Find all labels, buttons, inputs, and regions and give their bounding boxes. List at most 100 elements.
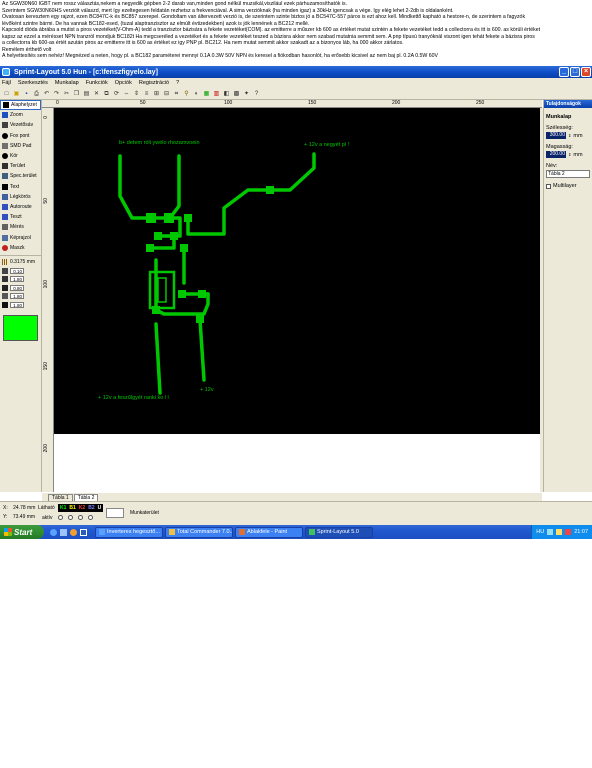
grid-size[interactable]: 0.3175 mm	[0, 258, 41, 267]
tab-sheet-1[interactable]: Tábla 1	[48, 494, 73, 501]
width-value[interactable]: 1.80	[10, 276, 24, 283]
print-icon[interactable]: ⎙	[32, 89, 41, 98]
width-value[interactable]: 0.10	[10, 267, 24, 274]
copy-icon[interactable]: ❐	[72, 89, 81, 98]
pad[interactable]	[170, 232, 178, 240]
pad[interactable]	[184, 214, 192, 222]
menu-item[interactable]: Fájl	[2, 80, 11, 86]
stepper-icon[interactable]: ⇕	[568, 133, 571, 138]
paste-icon[interactable]: ▤	[82, 89, 91, 98]
tool-airwire[interactable]: Légkörös	[0, 192, 41, 202]
tool-area[interactable]: Terület	[0, 161, 41, 171]
tray-volume-icon[interactable]	[556, 529, 563, 535]
zoom-fit-icon[interactable]: ◐	[192, 89, 201, 98]
layer-color-icon[interactable]: ▦	[202, 89, 211, 98]
active-layer-swatch[interactable]	[3, 314, 38, 341]
menu-item[interactable]: Regisztráció	[139, 80, 169, 86]
macro-icon[interactable]: ✦	[242, 89, 251, 98]
layer-toggle[interactable]: B1	[68, 505, 76, 511]
language-indicator[interactable]: HU	[536, 529, 544, 535]
quicklaunch-media-icon[interactable]	[70, 528, 77, 536]
layer-radio[interactable]	[88, 515, 93, 520]
taskbar-item[interactable]: Total Commander 7.0...	[165, 526, 233, 538]
worksurface-icon[interactable]	[106, 508, 124, 518]
pcb-label[interactable]: + 12v	[200, 387, 214, 393]
width-value[interactable]: 1.80	[10, 301, 24, 308]
undo-icon[interactable]: ↶	[42, 89, 51, 98]
new-file-icon[interactable]: □	[2, 89, 11, 98]
width-setting[interactable]: 1.80	[0, 292, 41, 301]
taskbar-item[interactable]: Sprint-Layout 5.0	[305, 526, 373, 538]
menu-item[interactable]: Szerkesztés	[18, 80, 48, 86]
workspace-blank-area[interactable]	[54, 434, 540, 492]
scanned-image-icon[interactable]: ▩	[232, 89, 241, 98]
cut-icon[interactable]: ✂	[62, 89, 71, 98]
group-icon[interactable]: ⊞	[152, 89, 161, 98]
width-setting[interactable]: 0.80	[0, 283, 41, 292]
pcb-label[interactable]: b+ detem róli ywélo rhozamvoein	[119, 140, 200, 146]
tool-measure[interactable]: Mérés	[0, 222, 41, 232]
layer-radio[interactable]	[68, 515, 73, 520]
width-value[interactable]: 0.80	[10, 284, 24, 291]
pad[interactable]	[266, 186, 274, 194]
width-setting[interactable]: 0.10	[0, 266, 41, 275]
quicklaunch-word-icon[interactable]	[80, 528, 87, 536]
pad[interactable]	[164, 213, 174, 223]
maximize-button[interactable]: □	[570, 67, 580, 77]
align-icon[interactable]: ≡	[142, 89, 151, 98]
quicklaunch-desktop-icon[interactable]	[60, 528, 67, 536]
layer-radio[interactable]	[58, 515, 63, 520]
height-field[interactable]: 200.00	[546, 151, 566, 158]
pad[interactable]	[196, 315, 204, 323]
layer-color-2-icon[interactable]: ▥	[212, 89, 221, 98]
menu-item[interactable]: Munkalap	[55, 80, 79, 86]
menu-item[interactable]: Funkciók	[86, 80, 108, 86]
tool-autoroute[interactable]: Autoroute	[0, 202, 41, 212]
pad[interactable]	[154, 232, 162, 240]
tool-mask[interactable]: Maszk	[0, 243, 41, 253]
close-button[interactable]: ×	[581, 67, 591, 77]
delete-icon[interactable]: ✕	[92, 89, 101, 98]
active-layer-radios[interactable]	[58, 515, 93, 520]
mirror-v-icon[interactable]: ⇕	[132, 89, 141, 98]
layer-radio[interactable]	[78, 515, 83, 520]
width-value[interactable]: 1.80	[10, 293, 24, 300]
mirror-h-icon[interactable]: ⇔	[122, 89, 131, 98]
tool-text[interactable]: Text	[0, 182, 41, 192]
multilayer-checkbox[interactable]	[546, 183, 551, 189]
pcb-canvas[interactable]: b+ detem róli ywélo rhozamvoein + 12v a …	[54, 108, 540, 434]
width-setting[interactable]: 1.80	[0, 300, 41, 309]
zoom-icon[interactable]: ⚲	[182, 89, 191, 98]
pcb-label[interactable]: + 12v a negyét pl !	[304, 142, 350, 148]
taskbar-item[interactable]: Inverteres hegesztő...	[95, 526, 163, 538]
save-icon[interactable]: ▪	[22, 89, 31, 98]
layer-toggle[interactable]: K2	[78, 505, 86, 511]
pad[interactable]	[146, 213, 156, 223]
help-icon[interactable]: ?	[252, 89, 261, 98]
tool-smd-pad[interactable]: SMD Pad	[0, 141, 41, 151]
tool-pad[interactable]: Fox pont	[0, 131, 41, 141]
layer-toggle[interactable]: K1	[59, 505, 67, 511]
taskbar-item[interactable]: Ablakfele - Paint	[235, 526, 303, 538]
tool-special-area[interactable]: Spec.terület	[0, 171, 41, 181]
pcb-label[interactable]: + 12v a feszűlgyét ranki ko l l	[98, 395, 169, 401]
tab-sheet-2[interactable]: Tábla 2	[73, 494, 99, 501]
menu-item[interactable]: ?	[176, 80, 179, 86]
stepper-icon[interactable]: ⇕	[568, 152, 571, 157]
pad[interactable]	[146, 244, 154, 252]
tool-circle[interactable]: Kör	[0, 151, 41, 161]
tray-network-icon[interactable]	[547, 529, 554, 535]
tool-track[interactable]: Vezetősáv	[0, 120, 41, 130]
tray-antivirus-icon[interactable]	[565, 529, 572, 535]
layer-toggle[interactable]: B2	[87, 505, 95, 511]
pcb-layout[interactable]: b+ detem róli ywélo rhozamvoein + 12v a …	[54, 108, 540, 434]
ratsnest-icon[interactable]: ⌗	[172, 89, 181, 98]
quicklaunch-ie-icon[interactable]	[50, 528, 57, 536]
redo-icon[interactable]: ↷	[52, 89, 61, 98]
layer-toggle[interactable]: U	[97, 505, 103, 511]
pad[interactable]	[198, 290, 206, 298]
name-field[interactable]: Tábla 2	[546, 170, 590, 178]
tool-test[interactable]: Teszt	[0, 212, 41, 222]
menu-item[interactable]: Opciók	[115, 80, 132, 86]
transparent-icon[interactable]: ◧	[222, 89, 231, 98]
